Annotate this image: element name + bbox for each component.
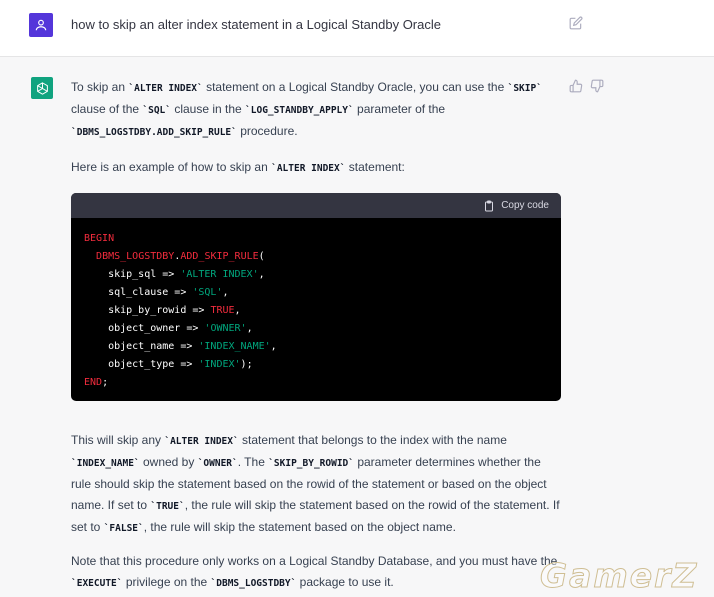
code-text: skip_sql =>	[84, 269, 181, 280]
code-line: object_type => 'INDEX');	[84, 356, 548, 374]
code-text: object_name =>	[84, 341, 199, 352]
inline-code: `LOG_STANDBY_APPLY`	[245, 105, 354, 116]
inline-code: `OWNER`	[197, 458, 238, 469]
code-line: sql_clause => 'SQL',	[84, 284, 548, 302]
code-text: ,	[258, 269, 265, 280]
inline-code: `SQL`	[142, 105, 171, 116]
inline-code: `TRUE`	[150, 501, 185, 512]
code-line: END;	[84, 374, 548, 392]
code-text: ;	[102, 377, 109, 388]
text-segment: clause in the	[171, 102, 246, 116]
code-content: BEGIN DBMS_LOGSTDBY.ADD_SKIP_RULE( skip_…	[71, 218, 561, 401]
answer-paragraph: Here is an example of how to skip an `AL…	[71, 157, 561, 179]
inline-code: `ALTER INDEX`	[164, 436, 239, 447]
text-segment: package to use it.	[296, 575, 394, 589]
code-text: sql_clause =>	[84, 287, 193, 298]
text-segment: This will skip any	[71, 433, 165, 447]
code-line: BEGIN	[84, 230, 548, 248]
code-text: ,	[234, 305, 241, 316]
text-segment: Here is an example of how to skip an	[71, 160, 272, 174]
text-segment: privilege on the	[122, 575, 211, 589]
clipboard-icon	[485, 200, 494, 211]
text-segment: . The	[237, 455, 269, 469]
code-keyword: ADD_SKIP_RULE	[180, 251, 259, 262]
code-keyword: DBMS_LOGSTDBY	[96, 251, 175, 262]
thumbs-down-icon[interactable]	[590, 79, 604, 93]
code-text: (	[258, 251, 265, 262]
assistant-message-row: To skip an `ALTER INDEX` statement on a …	[0, 57, 714, 597]
code-text: );	[240, 359, 253, 370]
text-segment: statement on a Logical Standby Oracle, y…	[202, 80, 508, 94]
inline-code: `INDEX_NAME`	[71, 458, 140, 469]
inline-code: `SKIP_BY_ROWID`	[268, 458, 354, 469]
user-avatar	[29, 13, 53, 37]
code-text: ,	[222, 287, 229, 298]
code-string: 'INDEX_NAME'	[198, 341, 271, 352]
text-segment: procedure.	[236, 124, 298, 138]
text-segment: parameter of the	[353, 102, 446, 116]
code-keyword: TRUE	[210, 305, 235, 316]
openai-logo-icon	[36, 81, 48, 95]
code-string: 'INDEX'	[198, 359, 241, 370]
code-line: skip_sql => 'ALTER INDEX',	[84, 266, 548, 284]
inline-code: `SKIP`	[507, 83, 542, 94]
user-icon	[35, 19, 47, 31]
code-string: 'ALTER INDEX'	[180, 269, 259, 280]
answer-paragraph: This will skip any `ALTER INDEX` stateme…	[71, 430, 561, 539]
code-block-header: Copy code	[71, 193, 561, 218]
answer-paragraph: Note that this procedure only works on a…	[71, 551, 561, 594]
user-message-row: how to skip an alter index statement in …	[0, 0, 714, 57]
code-text: skip_by_rowid =>	[84, 305, 211, 316]
assistant-answer-intro: To skip an `ALTER INDEX` statement on a …	[71, 77, 561, 179]
code-keyword: BEGIN	[84, 233, 115, 244]
text-segment: To skip an	[71, 80, 129, 94]
text-segment: owned by	[139, 455, 198, 469]
copy-code-button[interactable]: Copy code	[483, 200, 549, 212]
code-line: skip_by_rowid => TRUE,	[84, 302, 548, 320]
assistant-avatar	[31, 77, 53, 99]
code-text: object_owner =>	[84, 323, 205, 334]
inline-code: `ALTER INDEX`	[128, 83, 203, 94]
text-segment: statement that belongs to the index with…	[238, 433, 507, 447]
answer-paragraph: To skip an `ALTER INDEX` statement on a …	[71, 77, 561, 143]
text-segment: clause of the	[71, 102, 143, 116]
inline-code: `ALTER INDEX`	[271, 163, 346, 174]
code-text: ,	[270, 341, 277, 352]
copy-code-label: Copy code	[501, 200, 549, 211]
thumbs-up-icon[interactable]	[569, 79, 583, 93]
code-string: 'SQL'	[192, 287, 223, 298]
code-block: Copy code BEGIN DBMS_LOGSTDBY.ADD_SKIP_R…	[71, 193, 561, 401]
code-line: DBMS_LOGSTDBY.ADD_SKIP_RULE(	[84, 248, 548, 266]
code-line: object_name => 'INDEX_NAME',	[84, 338, 548, 356]
edit-icon[interactable]	[569, 16, 583, 30]
inline-code: `EXECUTE`	[71, 578, 123, 589]
code-text: object_type =>	[84, 359, 199, 370]
code-keyword: END	[84, 377, 103, 388]
text-segment: , the rule will skip the statement based…	[143, 520, 456, 534]
text-segment: statement:	[345, 160, 405, 174]
inline-code: `FALSE`	[103, 523, 144, 534]
code-line: object_owner => 'OWNER',	[84, 320, 548, 338]
inline-code: `DBMS_LOGSTDBY`	[210, 578, 297, 589]
code-string: 'OWNER'	[204, 323, 247, 334]
code-text: ,	[246, 323, 253, 334]
watermark: GamerZ	[539, 556, 699, 596]
inline-code: `DBMS_LOGSTDBY.ADD_SKIP_RULE`	[71, 127, 237, 138]
text-segment: Note that this procedure only works on a…	[71, 554, 558, 568]
user-prompt: how to skip an alter index statement in …	[71, 17, 441, 32]
